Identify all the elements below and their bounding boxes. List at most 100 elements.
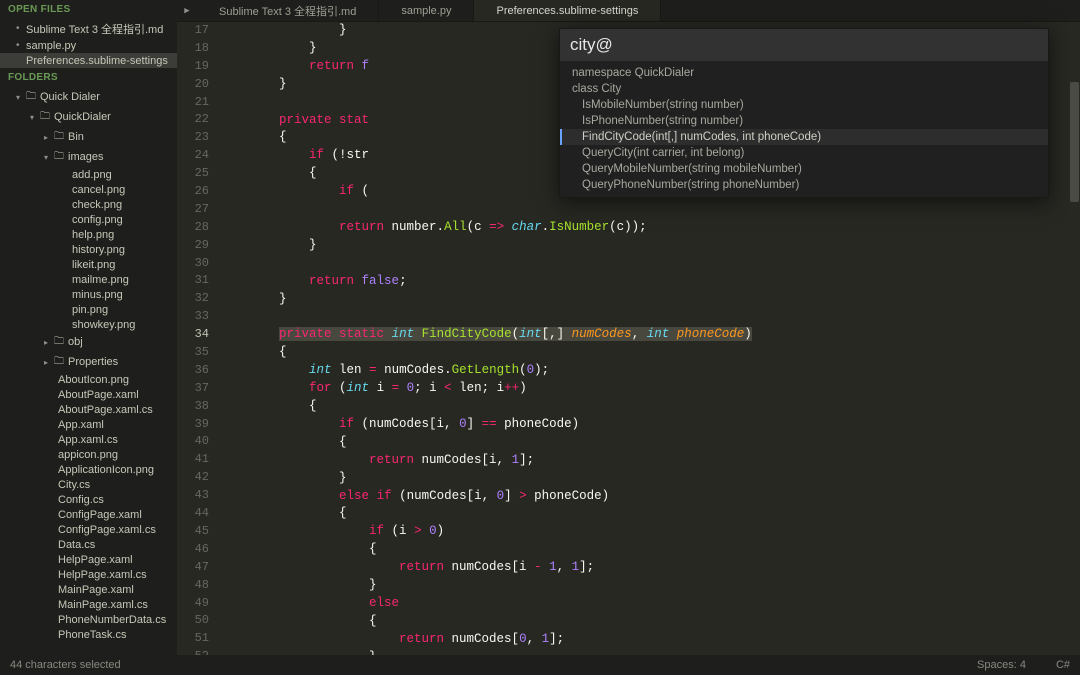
- file-item[interactable]: AboutPage.xaml.cs: [0, 402, 177, 417]
- folder-icon: 🗀: [54, 129, 68, 146]
- status-selection: 44 characters selected: [10, 659, 121, 671]
- goto-result-item[interactable]: FindCityCode(int[,] numCodes, int phoneC…: [560, 129, 1048, 145]
- file-item[interactable]: AboutPage.xaml: [0, 387, 177, 402]
- open-file-item[interactable]: Preferences.sublime-settings: [0, 53, 177, 68]
- status-bar: 44 characters selected Spaces: 4 C#: [0, 655, 1080, 675]
- tree-label: check.png: [72, 199, 122, 211]
- folder-item[interactable]: ▸🗀Bin: [0, 127, 177, 147]
- disclosure-arrow[interactable]: ▸: [44, 133, 54, 142]
- file-item[interactable]: mailme.png: [0, 272, 177, 287]
- tree-label: PhoneNumberData.cs: [58, 614, 166, 626]
- disclosure-arrow[interactable]: ▾: [16, 93, 26, 102]
- file-item[interactable]: ConfigPage.xaml.cs: [0, 522, 177, 537]
- folder-icon: 🗀: [54, 354, 68, 371]
- tree-label: help.png: [72, 229, 114, 241]
- tree-label: QuickDialer: [54, 111, 111, 123]
- disclosure-arrow[interactable]: ▸: [44, 358, 54, 367]
- tree-label: Config.cs: [58, 494, 104, 506]
- file-item[interactable]: App.xaml.cs: [0, 432, 177, 447]
- goto-result-item[interactable]: QueryMobileNumber(string mobileNumber): [560, 161, 1048, 177]
- tree-label: ApplicationIcon.png: [58, 464, 154, 476]
- tree-label: Bin: [68, 131, 84, 143]
- tree-label: minus.png: [72, 289, 123, 301]
- tree-label: appicon.png: [58, 449, 118, 461]
- tree-label: MainPage.xaml: [58, 584, 134, 596]
- file-item[interactable]: HelpPage.xaml.cs: [0, 567, 177, 582]
- tree-label: config.png: [72, 214, 123, 226]
- tree-label: showkey.png: [72, 319, 135, 331]
- goto-result-item[interactable]: QueryCity(int carrier, int belong): [560, 145, 1048, 161]
- folder-item[interactable]: ▸🗀Properties: [0, 352, 177, 372]
- tree-label: Properties: [68, 356, 118, 368]
- disclosure-arrow[interactable]: ▾: [30, 113, 40, 122]
- tree-label: HelpPage.xaml.cs: [58, 569, 147, 581]
- file-item[interactable]: likeit.png: [0, 257, 177, 272]
- file-item[interactable]: AboutIcon.png: [0, 372, 177, 387]
- tab[interactable]: Sublime Text 3 全程指引.md: [197, 0, 379, 21]
- file-item[interactable]: check.png: [0, 197, 177, 212]
- file-item[interactable]: Data.cs: [0, 537, 177, 552]
- editor-area: ▶ Sublime Text 3 全程指引.mdsample.pyPrefere…: [177, 0, 1080, 655]
- folder-item[interactable]: ▾🗀Quick Dialer: [0, 87, 177, 107]
- file-item[interactable]: appicon.png: [0, 447, 177, 462]
- tab-scroll-arrow[interactable]: ▶: [177, 0, 197, 21]
- goto-result-item[interactable]: namespace QuickDialer: [560, 65, 1048, 81]
- tree-label: ConfigPage.xaml.cs: [58, 524, 156, 536]
- file-item[interactable]: App.xaml: [0, 417, 177, 432]
- tab[interactable]: Preferences.sublime-settings: [474, 0, 661, 21]
- tree-label: images: [68, 151, 103, 163]
- file-item[interactable]: showkey.png: [0, 317, 177, 332]
- file-item[interactable]: ConfigPage.xaml: [0, 507, 177, 522]
- folder-item[interactable]: ▾🗀images: [0, 147, 177, 167]
- file-item[interactable]: minus.png: [0, 287, 177, 302]
- open-file-label: sample.py: [26, 40, 76, 52]
- file-item[interactable]: MainPage.xaml: [0, 582, 177, 597]
- tree-label: pin.png: [72, 304, 108, 316]
- tree-label: HelpPage.xaml: [58, 554, 133, 566]
- tree-label: City.cs: [58, 479, 90, 491]
- dirty-bullet: •: [16, 23, 26, 34]
- file-item[interactable]: config.png: [0, 212, 177, 227]
- tree-label: MainPage.xaml.cs: [58, 599, 148, 611]
- goto-result-item[interactable]: QueryPhoneNumber(string phoneNumber): [560, 177, 1048, 193]
- status-syntax[interactable]: C#: [1056, 659, 1070, 671]
- folders-header: FOLDERS: [0, 68, 177, 87]
- file-item[interactable]: ApplicationIcon.png: [0, 462, 177, 477]
- file-item[interactable]: City.cs: [0, 477, 177, 492]
- tab[interactable]: sample.py: [379, 0, 474, 21]
- tab-bar: ▶ Sublime Text 3 全程指引.mdsample.pyPrefere…: [177, 0, 1080, 22]
- file-item[interactable]: PhoneNumberData.cs: [0, 612, 177, 627]
- file-item[interactable]: history.png: [0, 242, 177, 257]
- goto-input[interactable]: [560, 29, 1048, 61]
- tree-label: cancel.png: [72, 184, 125, 196]
- tree-label: Data.cs: [58, 539, 95, 551]
- disclosure-arrow[interactable]: ▾: [44, 153, 54, 162]
- scrollbar-thumb[interactable]: [1070, 82, 1079, 202]
- tree-label: obj: [68, 336, 83, 348]
- folder-item[interactable]: ▸🗀obj: [0, 332, 177, 352]
- line-gutter: 1718192021222324252627282930313233343536…: [177, 22, 219, 655]
- open-file-item[interactable]: •Sublime Text 3 全程指引.md: [0, 19, 177, 38]
- tree-label: App.xaml: [58, 419, 104, 431]
- tree-label: AboutIcon.png: [58, 374, 129, 386]
- file-item[interactable]: MainPage.xaml.cs: [0, 597, 177, 612]
- file-item[interactable]: cancel.png: [0, 182, 177, 197]
- file-item[interactable]: Config.cs: [0, 492, 177, 507]
- open-file-item[interactable]: •sample.py: [0, 38, 177, 53]
- goto-result-item[interactable]: IsPhoneNumber(string number): [560, 113, 1048, 129]
- file-item[interactable]: PhoneTask.cs: [0, 627, 177, 642]
- folder-icon: 🗀: [26, 89, 40, 106]
- file-item[interactable]: add.png: [0, 167, 177, 182]
- tree-label: history.png: [72, 244, 125, 256]
- tree-label: mailme.png: [72, 274, 129, 286]
- goto-result-item[interactable]: IsMobileNumber(string number): [560, 97, 1048, 113]
- file-item[interactable]: HelpPage.xaml: [0, 552, 177, 567]
- goto-result-item[interactable]: class City: [560, 81, 1048, 97]
- file-item[interactable]: help.png: [0, 227, 177, 242]
- disclosure-arrow[interactable]: ▸: [44, 338, 54, 347]
- status-spaces[interactable]: Spaces: 4: [977, 659, 1026, 671]
- tree-label: add.png: [72, 169, 112, 181]
- file-item[interactable]: pin.png: [0, 302, 177, 317]
- vertical-scrollbar[interactable]: [1069, 22, 1080, 655]
- folder-item[interactable]: ▾🗀QuickDialer: [0, 107, 177, 127]
